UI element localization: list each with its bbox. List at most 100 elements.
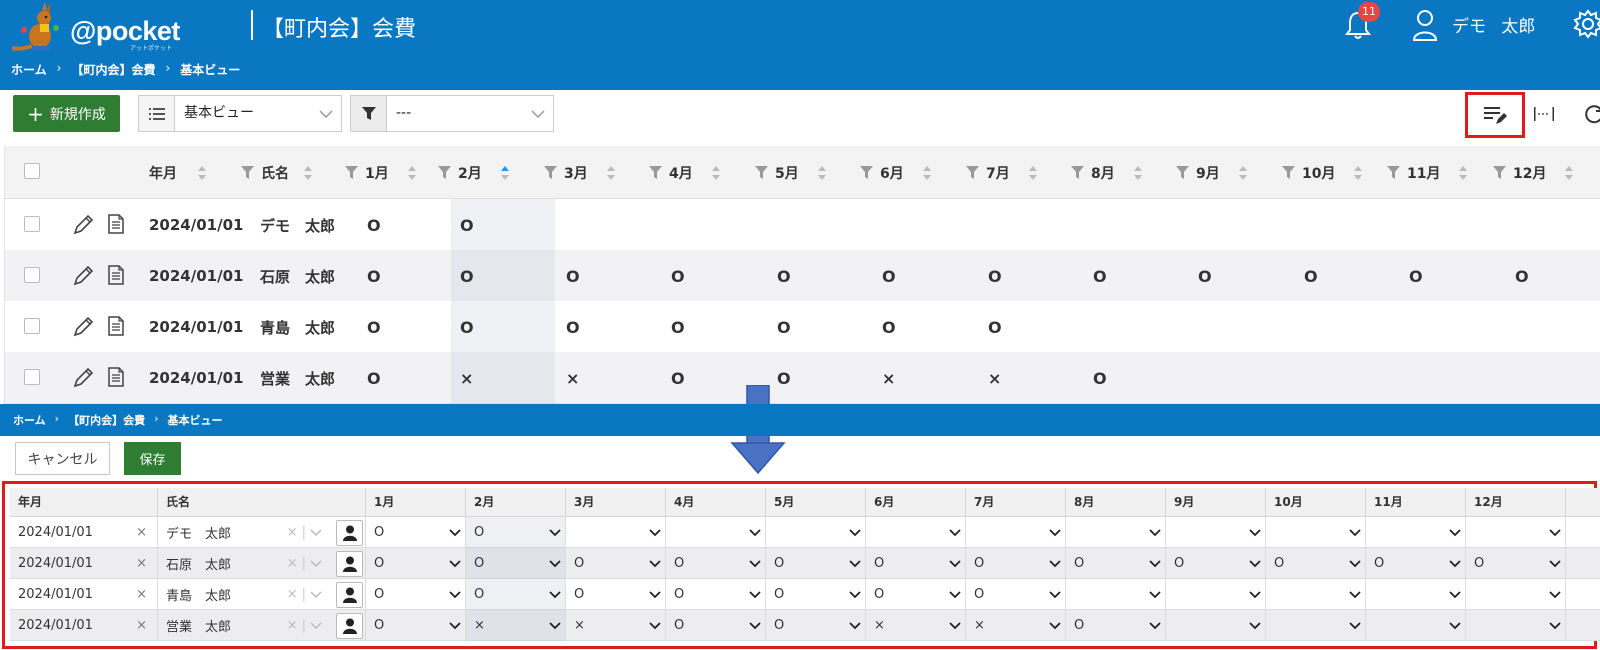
breadcrumb-home[interactable]: ホーム	[11, 61, 47, 78]
month-select[interactable]	[1066, 517, 1166, 548]
clear-date-button[interactable]: ×	[136, 618, 147, 633]
month-select[interactable]	[566, 517, 666, 548]
funnel-icon[interactable]	[1176, 166, 1189, 179]
month-select[interactable]: O	[366, 579, 466, 610]
column-header[interactable]: 年月	[149, 146, 207, 199]
sort-icon[interactable]	[1564, 165, 1574, 180]
month-select[interactable]: O	[366, 517, 466, 548]
document-icon[interactable]	[107, 264, 125, 286]
pencil-icon[interactable]	[73, 213, 95, 235]
column-header[interactable]: 氏名	[261, 146, 313, 199]
breadcrumb-app[interactable]: 【町内会】会費	[71, 61, 155, 78]
month-select[interactable]: O	[1266, 548, 1366, 579]
funnel-icon[interactable]	[241, 166, 254, 179]
month-select[interactable]	[1466, 517, 1566, 548]
date-field[interactable]: 2024/01/01 ×	[10, 517, 158, 548]
month-select[interactable]	[1366, 579, 1466, 610]
month-select[interactable]	[1266, 517, 1366, 548]
funnel-icon[interactable]	[345, 166, 358, 179]
month-select[interactable]: O	[766, 579, 866, 610]
fit-width-button[interactable]	[1530, 102, 1558, 126]
name-field[interactable]: 石原 太郎 × |	[158, 548, 366, 579]
month-select[interactable]: ×	[466, 610, 566, 641]
sort-icon[interactable]	[922, 165, 932, 180]
month-select[interactable]	[1366, 517, 1466, 548]
month-select[interactable]: ×	[966, 610, 1066, 641]
user-picker-button[interactable]	[336, 612, 363, 639]
column-header-month[interactable]: 11月	[1407, 146, 1468, 199]
view-select[interactable]: 基本ビュー	[138, 95, 342, 132]
month-select[interactable]: O	[1066, 548, 1166, 579]
month-select[interactable]: O	[1066, 610, 1166, 641]
breadcrumb-app[interactable]: 【町内会】会費	[68, 412, 145, 428]
month-select[interactable]	[1266, 579, 1366, 610]
month-select[interactable]: O	[766, 610, 866, 641]
month-select[interactable]	[1166, 517, 1266, 548]
month-select[interactable]	[1366, 610, 1466, 641]
month-select[interactable]	[1066, 579, 1166, 610]
month-select[interactable]: O	[1166, 548, 1266, 579]
month-select[interactable]: O	[666, 579, 766, 610]
name-field[interactable]: 青島 太郎 × |	[158, 579, 366, 610]
app-logo[interactable]: @pocket アットポケット	[10, 2, 185, 52]
column-header-month[interactable]: 4月	[669, 146, 721, 199]
month-select[interactable]	[1166, 579, 1266, 610]
column-header-month[interactable]: 5月	[775, 146, 827, 199]
sort-icon[interactable]	[303, 165, 313, 180]
funnel-icon[interactable]	[544, 166, 557, 179]
sort-icon[interactable]	[407, 165, 417, 180]
sort-icon[interactable]	[1353, 165, 1363, 180]
date-field[interactable]: 2024/01/01 ×	[10, 548, 158, 579]
row-checkbox[interactable]	[24, 369, 40, 385]
month-select[interactable]: O	[666, 548, 766, 579]
row-checkbox[interactable]	[24, 267, 40, 283]
save-button[interactable]: 保存	[124, 442, 181, 475]
month-select[interactable]: O	[466, 548, 566, 579]
column-header-month[interactable]: 10月	[1302, 146, 1363, 199]
cancel-button[interactable]: キャンセル	[15, 442, 110, 475]
month-select[interactable]	[1166, 610, 1266, 641]
month-select[interactable]: O	[1366, 548, 1466, 579]
sort-icon[interactable]	[606, 165, 616, 180]
month-select[interactable]: ×	[866, 610, 966, 641]
filter-select[interactable]: ---	[350, 95, 554, 132]
clear-date-button[interactable]: ×	[136, 525, 147, 540]
row-checkbox[interactable]	[24, 216, 40, 232]
month-select[interactable]	[1266, 610, 1366, 641]
document-icon[interactable]	[107, 213, 125, 235]
month-select[interactable]	[966, 517, 1066, 548]
breadcrumb-home[interactable]: ホーム	[13, 412, 46, 428]
document-icon[interactable]	[107, 315, 125, 337]
column-header-month[interactable]: 6月	[880, 146, 932, 199]
sort-icon[interactable]	[711, 165, 721, 180]
funnel-icon[interactable]	[1387, 166, 1400, 179]
column-header-month[interactable]: 1月	[365, 146, 417, 199]
funnel-icon[interactable]	[1493, 166, 1506, 179]
column-header-month[interactable]: 3月	[564, 146, 616, 199]
month-select[interactable]	[866, 517, 966, 548]
sort-icon[interactable]	[1133, 165, 1143, 180]
sort-icon[interactable]	[817, 165, 827, 180]
clear-name-button[interactable]: ×	[287, 525, 298, 540]
month-select[interactable]: O	[966, 579, 1066, 610]
month-select[interactable]: O	[866, 579, 966, 610]
month-select[interactable]: O	[566, 579, 666, 610]
refresh-icon[interactable]	[1582, 102, 1600, 126]
row-checkbox[interactable]	[24, 318, 40, 334]
user-name[interactable]: デモ 太郎	[1452, 12, 1535, 37]
column-header-month[interactable]: 12月	[1513, 146, 1574, 199]
funnel-icon[interactable]	[1282, 166, 1295, 179]
gear-icon[interactable]	[1572, 8, 1600, 40]
funnel-icon[interactable]	[755, 166, 768, 179]
funnel-icon[interactable]	[1071, 166, 1084, 179]
pencil-icon[interactable]	[73, 315, 95, 337]
month-select[interactable]	[766, 517, 866, 548]
clear-name-button[interactable]: ×	[287, 618, 298, 633]
funnel-icon[interactable]	[860, 166, 873, 179]
month-select[interactable]: O	[466, 579, 566, 610]
month-select[interactable]: ×	[566, 610, 666, 641]
funnel-icon[interactable]	[966, 166, 979, 179]
sort-icon[interactable]	[1458, 165, 1468, 180]
month-select[interactable]	[666, 517, 766, 548]
month-select[interactable]: O	[766, 548, 866, 579]
